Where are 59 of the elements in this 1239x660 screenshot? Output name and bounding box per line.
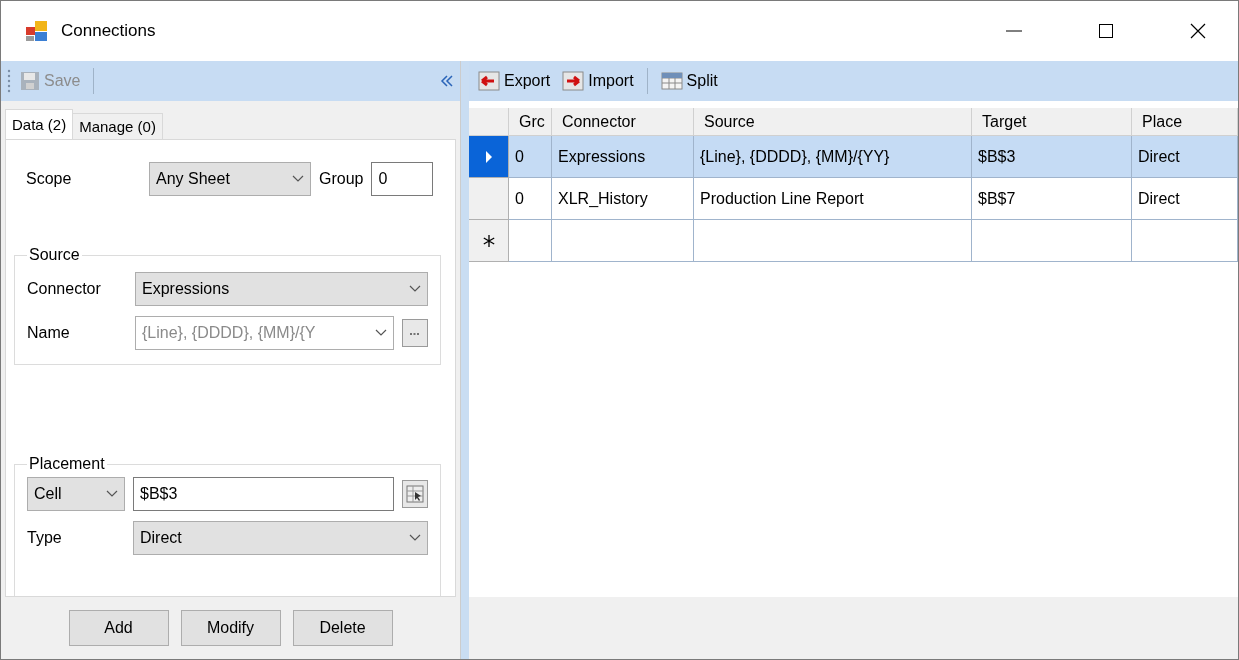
maximize-icon xyxy=(1097,22,1115,40)
toolbar-button[interactable]: Export xyxy=(475,69,554,93)
ellipsis-icon xyxy=(409,331,421,335)
group-title: Source xyxy=(28,246,81,264)
chevron-down-icon xyxy=(409,534,421,542)
close-icon xyxy=(1189,22,1207,40)
field-label: Type xyxy=(27,529,63,547)
new-row-icon xyxy=(481,233,496,248)
column-header[interactable]: Target xyxy=(972,108,1132,136)
table-cell: 0 xyxy=(509,178,552,220)
column-header[interactable]: Connector xyxy=(552,108,694,136)
row-header[interactable] xyxy=(469,220,509,262)
app-icon xyxy=(25,20,49,42)
arrow-right-icon xyxy=(562,71,585,91)
grip-icon xyxy=(7,69,11,93)
table-cell: $B$3 xyxy=(972,136,1132,178)
table-cell: Direct xyxy=(1132,178,1238,220)
grid-cursor-icon xyxy=(406,485,424,503)
action-button[interactable]: Delete xyxy=(292,610,393,646)
toolbar-button[interactable]: Import xyxy=(559,69,637,93)
current-row-icon xyxy=(484,149,493,164)
chevron-down-icon xyxy=(375,329,387,337)
mode-dropdown[interactable]: Cell xyxy=(27,477,125,511)
tab[interactable]: Manage (0) xyxy=(72,113,163,139)
browse-button[interactable] xyxy=(402,319,428,347)
table-cell: {Line}, {DDDD}, {MM}/{YY} xyxy=(694,136,972,178)
column-header[interactable]: Grc xyxy=(509,108,552,136)
table-cell: 0 xyxy=(509,136,552,178)
chevron-down-icon xyxy=(409,285,421,293)
table-cell: XLR_History xyxy=(552,178,694,220)
minimize-icon xyxy=(1006,30,1022,32)
group-label: Group xyxy=(319,170,364,188)
window-title: Connections xyxy=(61,21,157,41)
tab[interactable]: Data (2) xyxy=(5,109,74,139)
chevron-down-icon xyxy=(106,490,118,498)
field-label: Name xyxy=(27,324,71,342)
field-label: Connector xyxy=(27,280,102,298)
arrow-left-icon xyxy=(478,71,500,91)
column-header[interactable]: Place xyxy=(1132,108,1238,136)
table-cell: Expressions xyxy=(552,136,694,178)
group-field[interactable]: 0 xyxy=(371,162,434,196)
table-cell: $B$7 xyxy=(972,178,1132,220)
target-field[interactable]: $B$3 xyxy=(133,477,394,511)
scope-dropdown[interactable]: Any Sheet xyxy=(149,162,311,196)
header-corner xyxy=(469,108,509,136)
type-dropdown[interactable]: Direct xyxy=(133,521,428,555)
column-header[interactable]: Source xyxy=(694,108,972,136)
collapse-icon[interactable] xyxy=(440,74,454,88)
scope-label: Scope xyxy=(26,170,73,188)
table-cell: Direct xyxy=(1132,136,1238,178)
cell-picker-button[interactable] xyxy=(402,480,428,508)
chevron-down-icon xyxy=(292,175,304,183)
table-icon xyxy=(660,71,683,91)
table-cell: Production Line Report xyxy=(694,178,972,220)
toolbar-button[interactable]: Split xyxy=(657,69,721,93)
group-title: Placement xyxy=(28,455,106,473)
action-button[interactable]: Add xyxy=(68,610,169,646)
connector-dropdown[interactable]: Expressions xyxy=(135,272,428,306)
action-button[interactable]: Modify xyxy=(180,610,281,646)
